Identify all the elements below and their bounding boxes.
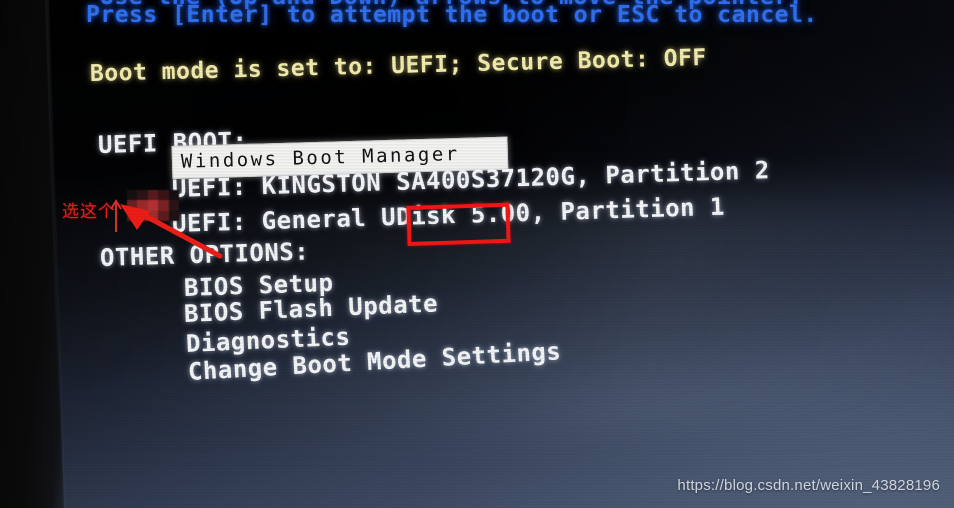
blog-watermark: https://blog.csdn.net/weixin_43828196 [677, 477, 940, 494]
mosaic-redaction-block [127, 190, 179, 221]
boot-prompt-line: Press [Enter] to attempt the boot or ESC… [86, 2, 818, 28]
udisk-highlight-box [406, 202, 511, 246]
chinese-annotation-select-this: 选这个 [62, 202, 116, 222]
bios-boot-menu-photo: Use the (Up and Down) arrows to move the… [0, 0, 954, 508]
